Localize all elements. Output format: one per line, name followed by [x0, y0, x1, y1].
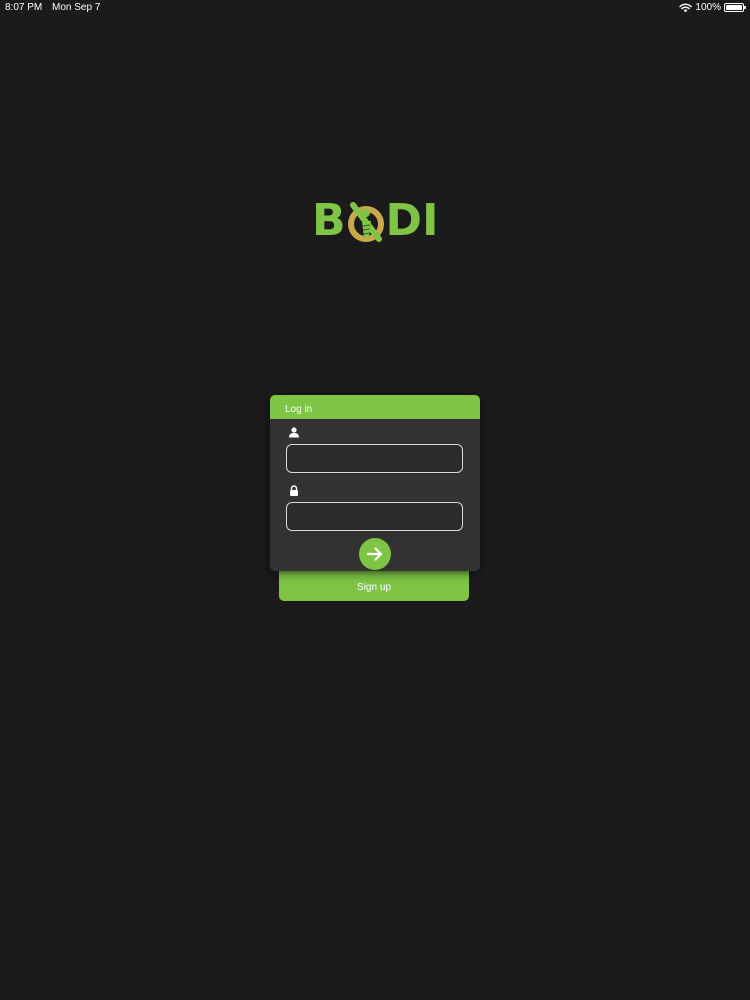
battery-icon	[724, 3, 746, 12]
signup-button[interactable]: Sign up	[279, 570, 469, 601]
app-logo: B DI	[312, 196, 440, 246]
battery-percent: 100%	[695, 2, 721, 13]
status-date: Mon Sep 7	[52, 2, 101, 13]
status-right: 100%	[679, 2, 746, 13]
user-icon	[289, 427, 299, 438]
status-left: 8:07 PM Mon Sep 7	[5, 2, 100, 13]
status-bar: 8:07 PM Mon Sep 7 100%	[0, 0, 750, 16]
login-header: Log in	[270, 395, 480, 419]
logo-letters-di: DI	[385, 195, 439, 246]
wifi-icon	[679, 3, 693, 12]
username-input[interactable]	[286, 444, 463, 473]
status-time: 8:07 PM	[5, 2, 43, 13]
login-card: Log in	[270, 395, 480, 571]
arrow-right-icon	[366, 547, 383, 561]
logo-letter-b: B	[312, 195, 346, 246]
lock-icon	[290, 485, 298, 496]
login-submit-button[interactable]	[359, 538, 391, 570]
password-input[interactable]	[286, 502, 463, 531]
figure-in-circle-icon	[347, 202, 384, 242]
